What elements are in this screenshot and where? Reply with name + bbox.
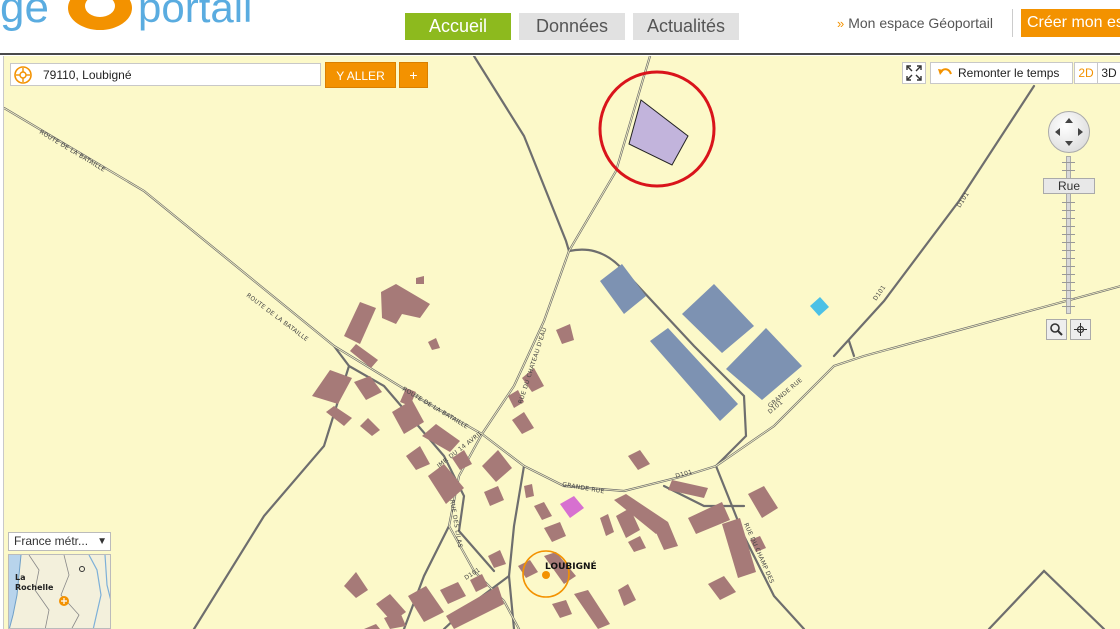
zoom-tick (1062, 242, 1075, 243)
search-box[interactable] (10, 63, 321, 86)
road-label-d101-d: D101 (956, 191, 971, 209)
tab-actualites[interactable]: Actualités (633, 13, 739, 40)
industrial-buildings (600, 264, 802, 421)
pan-arrows-icon (1055, 118, 1083, 146)
go-button[interactable]: Y ALLER (325, 62, 396, 88)
zoom-tick (1062, 266, 1075, 267)
road-label-bataille-west: ROUTE DE LA BATAILLE (38, 129, 107, 174)
time-travel-label: Remonter le temps (958, 66, 1060, 80)
logo-portail-text: portail (138, 0, 252, 31)
zoom-tick (1062, 234, 1075, 235)
expand-icon (906, 65, 922, 81)
geoportail-logo[interactable]: ge portail (0, 0, 280, 36)
fullscreen-button[interactable] (902, 62, 926, 84)
map-view[interactable]: ROUTE DE LA BATAILLE ROUTE DE LA BATAILL… (3, 56, 1120, 629)
zoom-tick (1062, 250, 1075, 251)
map-canvas[interactable]: ROUTE DE LA BATAILLE ROUTE DE LA BATAILL… (4, 56, 1120, 629)
small-water-feature (810, 297, 829, 316)
tab-accueil[interactable]: Accueil (405, 13, 511, 40)
logo-ge-text: ge (0, 0, 49, 32)
zoom-tick (1062, 274, 1075, 275)
search-input[interactable] (43, 66, 313, 83)
header-divider (1012, 9, 1013, 37)
zoom-tick (1062, 258, 1075, 259)
road-label-d101-a: D101 (675, 469, 694, 480)
zoom-tick (1062, 218, 1075, 219)
view-3d-button[interactable]: 3D (1097, 62, 1120, 84)
zoom-tick (1062, 306, 1075, 307)
place-label-loubigne: LOUBIGNÉ (545, 562, 597, 572)
dropdown-arrow-icon: ▼ (97, 536, 107, 547)
undo-arrow-icon (938, 68, 952, 75)
public-building (560, 496, 584, 518)
overview-minimap[interactable]: La Rochelle (8, 554, 111, 629)
road-label-chateau: RUE DU CHATEAU D'EAU (517, 326, 548, 404)
tab-donnees[interactable]: Données (519, 13, 625, 40)
highlighted-parcel (628, 99, 689, 166)
zoom-tick (1062, 290, 1075, 291)
crosshair-locate-icon[interactable] (14, 66, 32, 84)
chevron-right-icon: » (837, 16, 845, 31)
view-2d-button[interactable]: 2D (1074, 62, 1097, 84)
overview-region-label: France métr... (14, 534, 89, 548)
mon-espace-label: Mon espace Géoportail (848, 15, 993, 31)
road-labels: ROUTE DE LA BATAILLE ROUTE DE LA BATAILL… (38, 129, 971, 585)
zoom-tick (1062, 162, 1075, 163)
add-button[interactable]: + (399, 62, 428, 88)
overview-town-label: La Rochelle (15, 573, 54, 592)
zoom-tick (1062, 298, 1075, 299)
time-travel-button[interactable]: Remonter le temps (930, 62, 1073, 84)
road-label-grande-rue-a: GRANDE RUE (562, 481, 605, 495)
zoom-tick (1062, 210, 1075, 211)
zoom-tick (1062, 282, 1075, 283)
zoom-level-indicator[interactable]: Rue (1043, 178, 1095, 194)
center-map-button[interactable] (1070, 319, 1091, 340)
zoom-tick (1062, 170, 1075, 171)
zoom-tick (1062, 202, 1075, 203)
create-account-button[interactable]: Créer mon es (1021, 9, 1120, 37)
header-bar: ge portail Accueil Données Actualités » M… (0, 0, 1120, 55)
zoom-tick (1062, 226, 1075, 227)
zoom-box-button[interactable] (1046, 319, 1067, 340)
magnifier-icon (1050, 323, 1063, 336)
crosshair-icon (1074, 323, 1087, 336)
overview-region-select[interactable]: France métr... ▼ (8, 532, 111, 551)
pan-control[interactable] (1048, 111, 1090, 153)
mon-espace-link[interactable]: » Mon espace Géoportail (837, 15, 993, 31)
